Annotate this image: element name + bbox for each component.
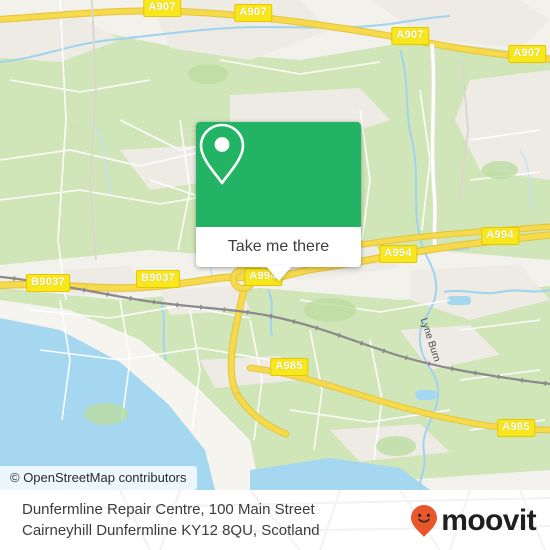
road-shield-a985-1[interactable]: A985 [270, 358, 308, 376]
caption-line-1: Dunfermline Repair Centre, 100 Main Stre… [22, 501, 315, 518]
popup-icon-area [196, 122, 361, 227]
road-shield-a907-2[interactable]: A907 [234, 4, 272, 22]
road-shield-a985-2[interactable]: A985 [497, 419, 535, 437]
water-small-c [415, 390, 437, 400]
location-caption: Dunfermline Repair Centre, 100 Main Stre… [22, 499, 320, 541]
road-shield-b9037-2[interactable]: B9037 [136, 270, 180, 288]
map-pin-icon [199, 123, 245, 185]
road-shield-a994-3[interactable]: A994 [481, 227, 519, 245]
take-me-there-button[interactable]: Take me there [196, 227, 361, 267]
moovit-wordmark: moovit [441, 504, 536, 537]
map-screenshot: A907 A907 A907 A907 B9037 B9037 A994 A99… [0, 0, 550, 550]
footer-bar: Dunfermline Repair Centre, 100 Main Stre… [0, 490, 550, 550]
road-shield-b9037-1[interactable]: B9037 [26, 274, 70, 292]
moovit-smiley-pin-icon [411, 505, 438, 537]
caption-line-2: Cairneyhill Dunfermline KY12 8QU, Scotla… [22, 522, 320, 539]
road-shield-a907-3[interactable]: A907 [391, 27, 429, 45]
popup-pointer-tail [265, 266, 292, 281]
location-popup[interactable]: Take me there [196, 122, 361, 281]
road-shield-a907-4[interactable]: A907 [508, 45, 546, 63]
moovit-brand[interactable]: moovit [409, 504, 537, 538]
osm-attribution[interactable]: © OpenStreetMap contributors [0, 466, 197, 490]
road-shield-a994-2[interactable]: A994 [379, 245, 417, 263]
water-small-b [447, 296, 471, 305]
road-shield-a907-1[interactable]: A907 [143, 0, 181, 17]
map-canvas[interactable]: A907 A907 A907 A907 B9037 B9037 A994 A99… [0, 0, 550, 490]
